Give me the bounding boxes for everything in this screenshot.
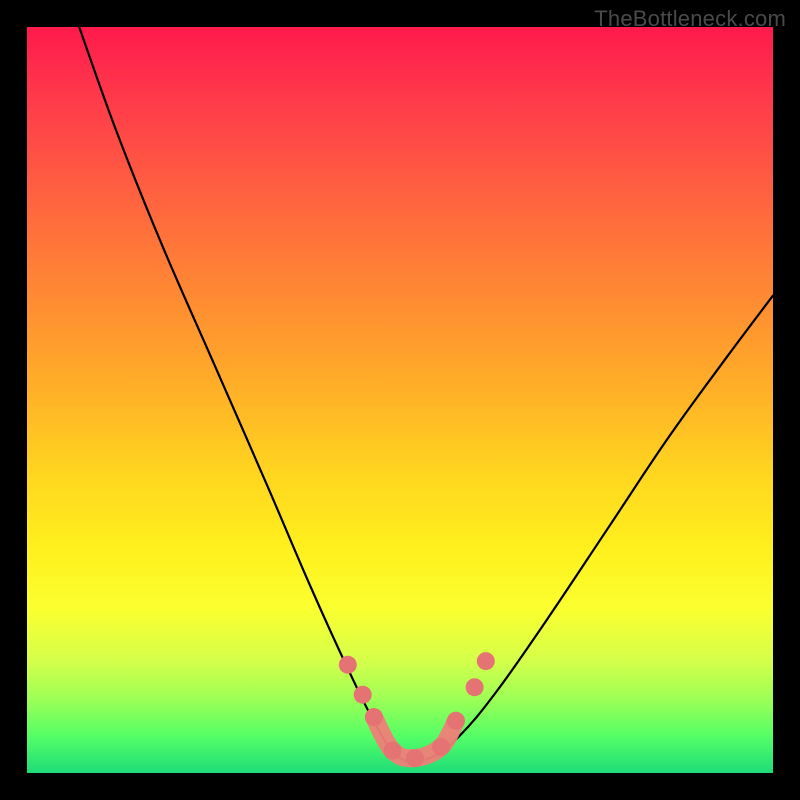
marker-dot: [365, 708, 383, 726]
marker-dot: [477, 652, 495, 670]
marker-dot: [339, 656, 357, 674]
watermark-text: TheBottleneck.com: [594, 6, 786, 32]
marker-dot: [384, 742, 402, 760]
marker-dot: [406, 749, 424, 767]
marker-dot: [447, 712, 465, 730]
marker-dot: [354, 686, 372, 704]
chart-frame: TheBottleneck.com: [0, 0, 800, 800]
plot-area: [27, 27, 773, 773]
bottleneck-curve: [27, 27, 773, 773]
marker-dot: [466, 678, 484, 696]
marker-dot: [432, 738, 450, 756]
